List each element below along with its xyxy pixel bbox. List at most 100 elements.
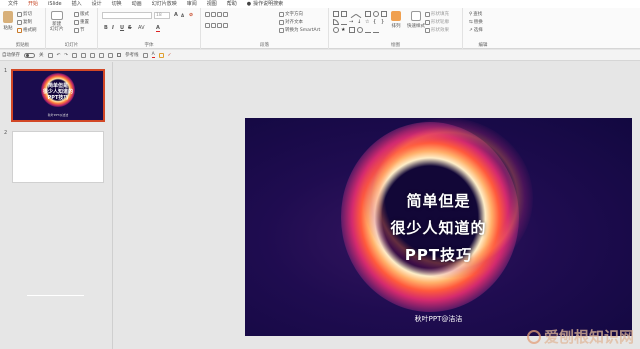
shape-oval2[interactable] bbox=[357, 27, 363, 33]
align-text-icon bbox=[279, 19, 284, 25]
guides-checkbox[interactable] bbox=[117, 53, 122, 57]
table-icon[interactable] bbox=[81, 52, 87, 58]
shape-line5[interactable] bbox=[373, 27, 379, 33]
shape-fill-button[interactable]: 形状填充 bbox=[425, 11, 449, 17]
shape-brace[interactable]: { bbox=[373, 19, 379, 25]
shape-rect3[interactable] bbox=[365, 11, 371, 17]
cut-button[interactable]: 剪切 bbox=[17, 11, 32, 17]
tab-islide[interactable]: iSlide bbox=[43, 0, 67, 8]
fill-color-icon[interactable] bbox=[158, 52, 164, 58]
strike-button[interactable]: S bbox=[128, 25, 132, 31]
font-color-button[interactable]: A bbox=[156, 25, 160, 32]
tab-animations[interactable]: 动画 bbox=[127, 0, 147, 8]
shape-oval[interactable] bbox=[373, 11, 379, 17]
tab-design[interactable]: 设计 bbox=[87, 0, 107, 8]
shape-rect2[interactable] bbox=[341, 11, 347, 17]
slide-title-line-2[interactable]: 很少人知道的 bbox=[245, 217, 632, 238]
align-icon[interactable] bbox=[108, 52, 114, 58]
grid-icon[interactable] bbox=[142, 52, 148, 58]
shape-brace2[interactable]: } bbox=[381, 19, 387, 25]
copy-icon bbox=[17, 19, 22, 25]
paste-button[interactable]: 粘贴 bbox=[3, 11, 13, 31]
align-text-button[interactable]: 对齐文本 bbox=[279, 19, 303, 25]
tab-view[interactable]: 视图 bbox=[202, 0, 222, 8]
tab-slideshow[interactable]: 幻灯片放映 bbox=[147, 0, 182, 8]
bullets-button[interactable] bbox=[205, 12, 228, 17]
italic-button[interactable]: I bbox=[112, 25, 114, 31]
section-button[interactable]: 节 bbox=[74, 27, 85, 33]
undo-icon[interactable]: ↶ bbox=[57, 53, 61, 58]
font-size-field[interactable]: 18 bbox=[154, 12, 170, 19]
start-slideshow-icon[interactable] bbox=[72, 52, 78, 58]
reset-button[interactable]: 重置 bbox=[74, 19, 89, 25]
brush-icon bbox=[17, 27, 22, 33]
slide-number-2: 2 bbox=[4, 130, 8, 136]
slide-thumbnails-panel: 1 简单但是 很少人知道的 PPT技巧 秋叶PPT@洁洁 2 bbox=[0, 62, 113, 349]
shape-outline-button[interactable]: 形状轮廓 bbox=[425, 19, 449, 25]
search-icon: ⚲ bbox=[469, 11, 473, 17]
tab-review[interactable]: 审阅 bbox=[182, 0, 202, 8]
smartart-button[interactable]: 转换为 SmartArt bbox=[279, 27, 320, 33]
copy-button[interactable]: 复制 bbox=[17, 19, 32, 25]
slide-thumbnail-2[interactable] bbox=[12, 131, 104, 183]
autosave-toggle[interactable] bbox=[24, 52, 35, 58]
layout-button[interactable]: 版式 bbox=[74, 11, 89, 17]
clear-format-button[interactable]: ⊘ bbox=[189, 12, 193, 18]
group-label-clipboard: 剪贴板 bbox=[15, 43, 30, 48]
guides-label: 参考线 bbox=[125, 53, 139, 58]
numbering-icon bbox=[211, 12, 216, 17]
tab-insert[interactable]: 插入 bbox=[67, 0, 87, 8]
shape-line3[interactable] bbox=[341, 19, 347, 25]
shape-star2[interactable]: ★ bbox=[341, 27, 347, 33]
panel-divider bbox=[27, 295, 84, 296]
redo-icon[interactable]: ↷ bbox=[64, 53, 68, 58]
underline-button[interactable]: U bbox=[120, 25, 124, 31]
slide-thumbnail-1[interactable]: 简单但是 很少人知道的 PPT技巧 秋叶PPT@洁洁 bbox=[11, 69, 105, 122]
font-color-icon[interactable]: A bbox=[151, 52, 155, 58]
eyedropper-icon[interactable]: ✓ bbox=[168, 53, 172, 58]
tab-file[interactable]: 文件 bbox=[3, 0, 23, 8]
shapes-gallery[interactable]: → ↓ ☆ { } ★ bbox=[333, 9, 387, 39]
quick-access-bar: 自动保存 关 ↶ ↷ 参考线 A ✓ bbox=[0, 50, 640, 61]
textbox-icon[interactable] bbox=[99, 52, 105, 58]
shape-line4[interactable] bbox=[365, 27, 371, 33]
tab-transitions[interactable]: 切换 bbox=[107, 0, 127, 8]
lightbulb-icon: ● bbox=[246, 1, 252, 7]
picture-icon[interactable] bbox=[90, 52, 96, 58]
shape-round[interactable] bbox=[333, 27, 339, 33]
shape-star[interactable]: ☆ bbox=[365, 19, 371, 25]
menu-bar: 文件 开始 iSlide 插入 设计 切换 动画 幻灯片放映 审阅 视图 帮助 … bbox=[0, 0, 640, 9]
shape-effects-button[interactable]: 形状效果 bbox=[425, 27, 449, 33]
tell-me-search[interactable]: ● 操作说明搜索 bbox=[242, 0, 288, 8]
shape-square[interactable] bbox=[381, 11, 387, 17]
text-direction-button[interactable]: 文字方向 bbox=[279, 11, 303, 17]
new-slide-button[interactable]: 新建 幻灯片 bbox=[50, 11, 64, 32]
select-button[interactable]: ↗ 选择 bbox=[469, 27, 483, 34]
shape-line2[interactable] bbox=[355, 9, 365, 19]
replace-button[interactable]: ⇆ 替换 bbox=[469, 19, 483, 26]
tab-help[interactable]: 帮助 bbox=[222, 0, 242, 8]
shape-rect[interactable] bbox=[333, 11, 339, 17]
current-slide[interactable]: 简单但是 很少人知道的 PPT技巧 秋叶PPT@洁洁 bbox=[245, 118, 632, 336]
grow-font-button[interactable]: A bbox=[174, 12, 178, 18]
shape-triangle[interactable] bbox=[333, 19, 339, 25]
shrink-font-button[interactable]: A bbox=[181, 13, 184, 18]
group-drawing: → ↓ ☆ { } ★ 排列 快速样式 形状填充 形状轮廓 形状效果 绘图 bbox=[329, 8, 463, 49]
find-button[interactable]: ⚲ 查找 bbox=[469, 11, 482, 18]
font-name-field[interactable] bbox=[102, 12, 152, 19]
bold-button[interactable]: B bbox=[104, 25, 108, 31]
group-editing: ⚲ 查找 ⇆ 替换 ↗ 选择 编辑 bbox=[463, 8, 503, 49]
arrange-button[interactable]: 排列 bbox=[391, 11, 401, 29]
char-spacing-button[interactable]: AV bbox=[138, 25, 145, 31]
format-painter-button[interactable]: 格式刷 bbox=[17, 27, 37, 33]
align-buttons[interactable] bbox=[205, 23, 228, 28]
shape-arrow2[interactable]: ↓ bbox=[357, 19, 363, 25]
shape-rect4[interactable] bbox=[349, 27, 355, 33]
slide-title-line-3[interactable]: PPT技巧 bbox=[245, 244, 632, 265]
quick-styles-button[interactable]: 快速样式 bbox=[407, 11, 425, 29]
group-paragraph: 文字方向 对齐文本 转换为 SmartArt 段落 bbox=[201, 8, 329, 49]
save-icon[interactable] bbox=[47, 52, 53, 58]
slide-title-line-1[interactable]: 简单但是 bbox=[245, 190, 632, 211]
shape-arrow[interactable]: → bbox=[349, 19, 355, 25]
slide-author[interactable]: 秋叶PPT@洁洁 bbox=[245, 314, 632, 324]
